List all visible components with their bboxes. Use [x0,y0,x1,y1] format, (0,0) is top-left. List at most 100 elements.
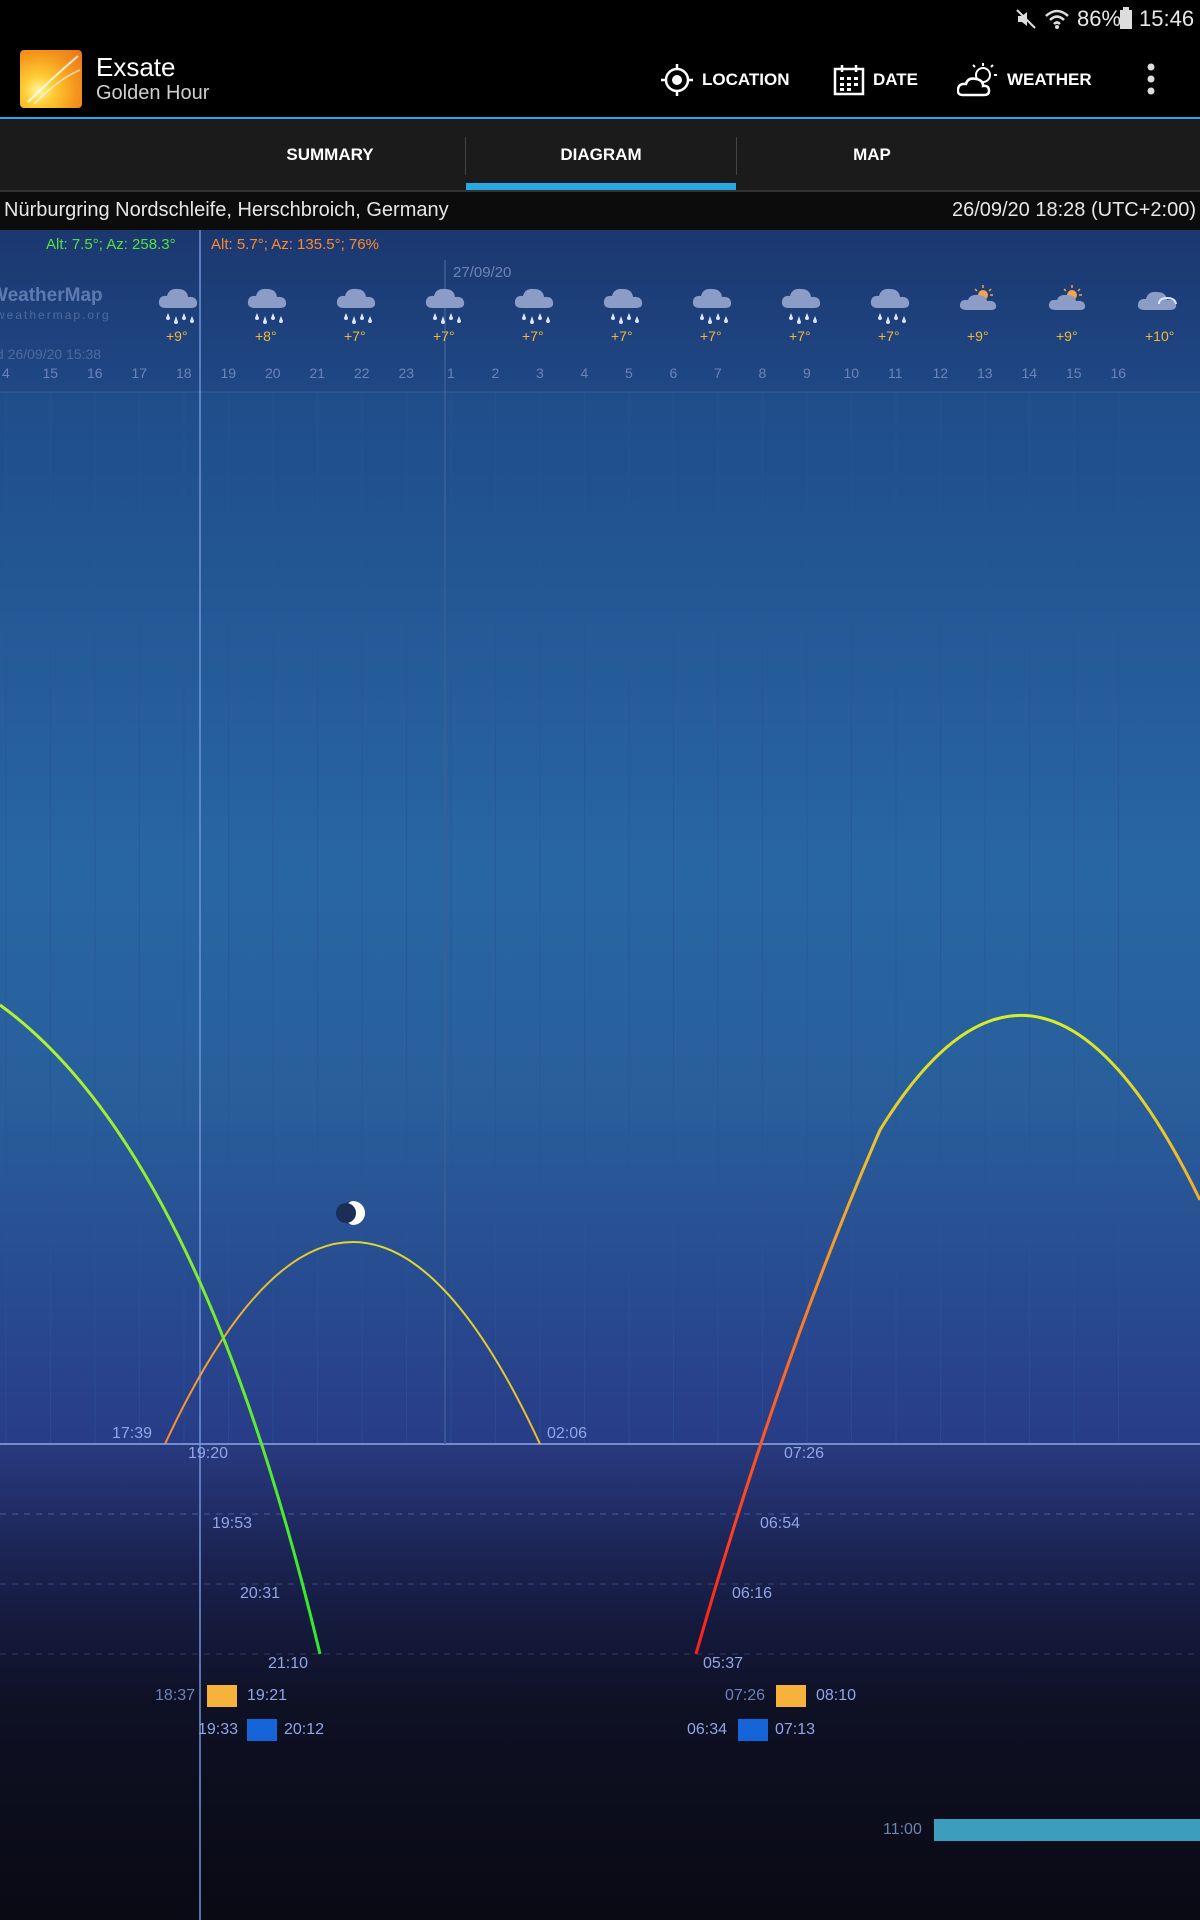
blue-morning-start: 06:34 [687,1721,728,1738]
hour-label: 19 [220,365,237,381]
rain-cloud-icon [336,288,376,324]
blue-evening-end: 20:12 [284,1721,325,1738]
location-button[interactable]: LOCATION [660,60,790,100]
forecast-item: +7° [332,280,380,344]
weather-icon [957,63,997,97]
civil-dusk-time: 19:53 [212,1515,253,1532]
hour-label: 8 [758,365,767,381]
calendar-icon [833,65,865,96]
tab-diagram[interactable]: DIAGRAM [466,119,736,191]
forecast-temp: +7° [700,328,722,344]
forecast-temp: +7° [611,328,633,344]
civil-dawn-time: 06:54 [760,1515,801,1532]
tab-summary[interactable]: SUMMARY [200,119,460,191]
forecast-item: +7° [510,280,558,344]
golden-morning-start: 07:26 [725,1687,766,1704]
hour-label: 5 [625,365,633,381]
forecast-item: +9° [1044,280,1092,344]
app-bar: Exsate Golden Hour LOCATION DATE WEATHER [0,38,1200,118]
next-day-label: 27/09/20 [453,264,512,281]
clock: 15:46 [1139,6,1195,31]
forecast-item: +7° [777,280,825,344]
hour-label: 22 [354,365,370,381]
app-subtitle: Golden Hour [96,82,210,104]
forecast-temp: +8° [255,328,277,344]
moonrise-time: 17:39 [112,1425,153,1442]
cloud-icon [1137,291,1177,310]
mute-icon [1016,9,1036,29]
hour-label: 4 [2,365,10,381]
blue-evening-start: 19:33 [198,1721,239,1738]
rain-cloud-icon [870,288,910,324]
hour-label: 15 [42,365,59,381]
rain-cloud-icon [603,288,643,324]
forecast-temp: +9° [967,328,989,344]
hour-label: 16 [1110,365,1127,381]
weathermap-url: weathermap.org [0,308,111,322]
diagram-canvas[interactable] [0,230,1200,1920]
forecast-temp: +7° [789,328,811,344]
forecast-temp: +7° [433,328,455,344]
rain-cloud-icon [247,288,287,324]
rain-cloud-icon [781,288,821,324]
nautical-dawn-time: 06:16 [732,1585,773,1602]
forecast-item: +7° [421,280,469,344]
location-button-label: LOCATION [702,70,790,89]
hour-label: 14 [1021,365,1038,381]
location-datetime[interactable]: 26/09/20 18:28 (UTC+2:00) [952,199,1196,222]
sunset-time: 19:20 [188,1445,229,1462]
golden-morning-end: 08:10 [816,1687,857,1704]
forecast-item: +10° [1133,280,1181,344]
crosshair-icon [661,64,693,96]
weathermap-watermark: WeatherMap [0,285,103,306]
hour-label: 2 [491,365,500,381]
event-bar [934,1819,1200,1841]
hour-label: 6 [669,365,678,381]
rain-cloud-icon [158,288,198,324]
forecast-item: +7° [599,280,647,344]
partly-sunny-icon [1048,285,1086,310]
forecast-temp: +7° [878,328,900,344]
overflow-menu-icon[interactable] [1145,62,1157,96]
forecast-item: +9° [955,280,1003,344]
hour-label: 15 [1066,365,1082,381]
hour-label: 16 [87,365,103,381]
forecast-temp: +9° [166,328,188,344]
forecast-timestamp: d 26/09/20 15:38 [0,346,102,362]
hour-label: 21 [309,365,326,381]
golden-hour-evening-icon [207,1685,237,1707]
hour-label: 3 [536,365,544,381]
astro-dusk-time: 21:10 [268,1655,309,1672]
sun-moon-diagram[interactable]: Alt: 7.5°; Az: 258.3° Alt: 5.7°; Az: 135… [0,230,1200,1920]
hour-label: 13 [977,365,993,381]
weather-button[interactable]: WEATHER [957,60,1092,100]
forecast-item: +8° [243,280,291,344]
partly-sunny-icon [959,285,997,310]
battery-percent: 86% [1077,6,1122,31]
nautical-dusk-time: 20:31 [240,1585,281,1602]
forecast-item: +9° [154,280,202,344]
hour-label: 20 [265,365,281,381]
hour-label: 23 [398,365,415,381]
forecast-item: +7° [688,280,736,344]
hour-label: 9 [803,365,811,381]
sunrise-time: 07:26 [784,1445,825,1462]
sun-readout: Alt: 7.5°; Az: 258.3° [46,236,176,253]
golden-hour-morning-icon [776,1685,806,1707]
golden-evening-start: 18:37 [155,1687,196,1704]
date-button[interactable]: DATE [833,60,918,100]
tab-bar: SUMMARY DIAGRAM MAP [0,119,1200,191]
location-name[interactable]: Nürburgring Nordschleife, Herschbroich, … [4,199,449,222]
tab-map[interactable]: MAP [737,119,1007,191]
hour-label: 17 [131,365,148,381]
forecast-temp: +9° [1056,328,1078,344]
battery-icon [1120,7,1132,29]
app-title: Exsate [96,52,176,82]
rain-cloud-icon [692,288,732,324]
hour-label: 11 [888,365,903,381]
hour-label: 4 [580,365,589,381]
golden-evening-end: 19:21 [247,1687,288,1704]
event-bar-start: 11:00 [883,1821,922,1838]
forecast-temp: +7° [522,328,544,344]
forecast-temp: +7° [344,328,366,344]
